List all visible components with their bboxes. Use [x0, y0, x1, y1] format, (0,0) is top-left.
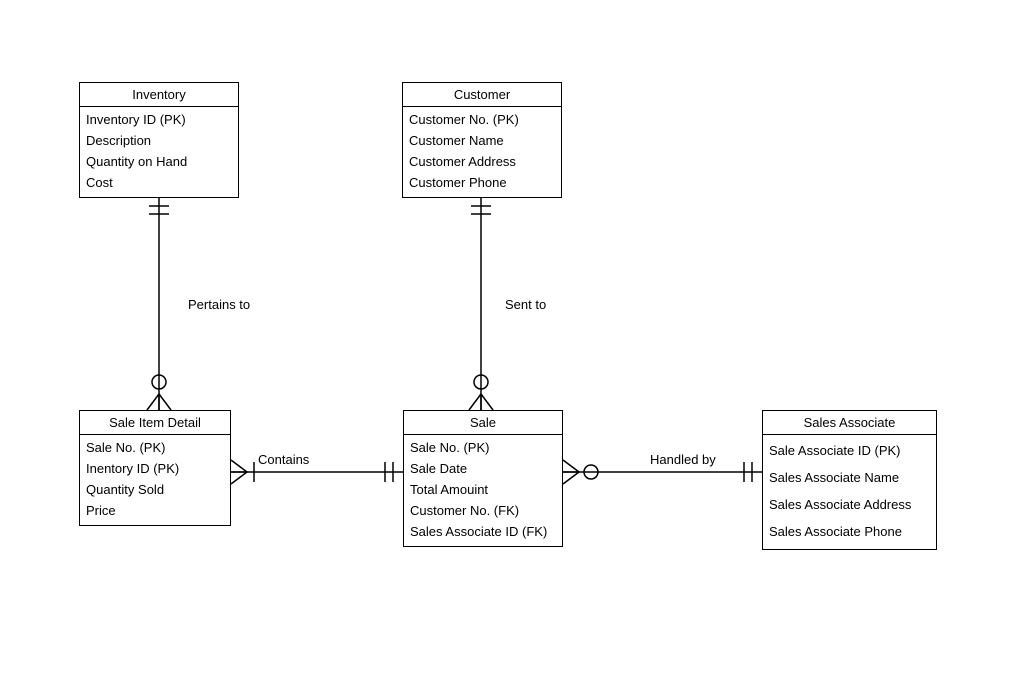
attr: Sales Associate Name: [769, 464, 930, 491]
attr: Customer Phone: [409, 172, 555, 193]
entity-attrs: Sale Associate ID (PK) Sales Associate N…: [763, 435, 936, 549]
attr: Sale Associate ID (PK): [769, 437, 930, 464]
entity-sale: Sale Sale No. (PK) Sale Date Total Amoui…: [403, 410, 563, 547]
attr: Customer Address: [409, 151, 555, 172]
attr: Customer Name: [409, 130, 555, 151]
attr: Description: [86, 130, 232, 151]
attr: Price: [86, 500, 224, 521]
entity-attrs: Inventory ID (PK) Description Quantity o…: [80, 107, 238, 197]
attr: Sales Associate Address: [769, 491, 930, 518]
attr: Sales Associate ID (FK): [410, 521, 556, 542]
attr: Cost: [86, 172, 232, 193]
attr: Sale No. (PK): [86, 437, 224, 458]
attr: Customer No. (FK): [410, 500, 556, 521]
attr: Customer No. (PK): [409, 109, 555, 130]
attr: Sale No. (PK): [410, 437, 556, 458]
attr: Inventory ID (PK): [86, 109, 232, 130]
entity-title: Sale Item Detail: [80, 411, 230, 435]
entity-attrs: Sale No. (PK) Inentory ID (PK) Quantity …: [80, 435, 230, 525]
attr: Inentory ID (PK): [86, 458, 224, 479]
entity-attrs: Customer No. (PK) Customer Name Customer…: [403, 107, 561, 197]
entity-inventory: Inventory Inventory ID (PK) Description …: [79, 82, 239, 198]
rel-label-contains: Contains: [258, 452, 309, 467]
entity-attrs: Sale No. (PK) Sale Date Total Amouint Cu…: [404, 435, 562, 546]
attr: Sale Date: [410, 458, 556, 479]
entity-customer: Customer Customer No. (PK) Customer Name…: [402, 82, 562, 198]
attr: Total Amouint: [410, 479, 556, 500]
entity-title: Inventory: [80, 83, 238, 107]
entity-title: Customer: [403, 83, 561, 107]
entity-title: Sales Associate: [763, 411, 936, 435]
entity-sales-associate: Sales Associate Sale Associate ID (PK) S…: [762, 410, 937, 550]
rel-label-handled-by: Handled by: [650, 452, 716, 467]
rel-label-pertains-to: Pertains to: [188, 297, 250, 312]
entity-title: Sale: [404, 411, 562, 435]
attr: Quantity Sold: [86, 479, 224, 500]
entity-sale-item-detail: Sale Item Detail Sale No. (PK) Inentory …: [79, 410, 231, 526]
attr: Sales Associate Phone: [769, 518, 930, 545]
attr: Quantity on Hand: [86, 151, 232, 172]
rel-label-sent-to: Sent to: [505, 297, 546, 312]
